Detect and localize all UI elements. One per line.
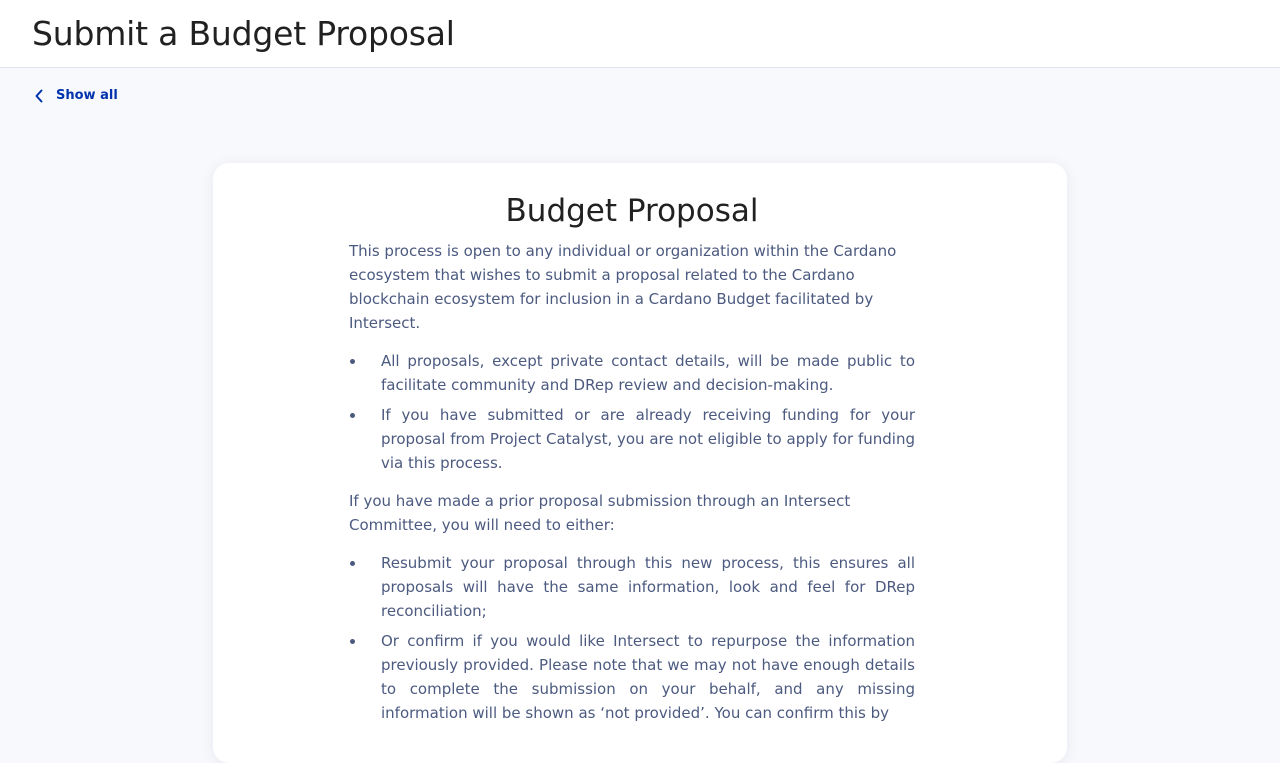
top-bar: Submit a Budget Proposal: [0, 0, 1280, 68]
chevron-left-icon: [34, 89, 44, 103]
show-all-label: Show all: [56, 88, 118, 103]
proposal-info-card: Budget Proposal This process is open to …: [213, 163, 1067, 763]
prior-submission-options-list: Resubmit your proposal through this new …: [349, 551, 915, 725]
prior-submission-paragraph: If you have made a prior proposal submis…: [349, 492, 851, 534]
list-item: Or confirm if you would like Intersect t…: [349, 629, 915, 725]
intro-paragraph: This process is open to any individual o…: [349, 242, 897, 332]
page-title: Submit a Budget Proposal: [32, 14, 455, 53]
list-item: Resubmit your proposal through this new …: [349, 551, 915, 623]
eligibility-list: All proposals, except private contact de…: [349, 349, 915, 475]
card-content: Budget Proposal This process is open to …: [349, 193, 915, 739]
show-all-link[interactable]: Show all: [34, 88, 118, 103]
card-title: Budget Proposal: [505, 193, 759, 229]
list-item: All proposals, except private contact de…: [349, 349, 915, 397]
list-item: If you have submitted or are already rec…: [349, 403, 915, 475]
